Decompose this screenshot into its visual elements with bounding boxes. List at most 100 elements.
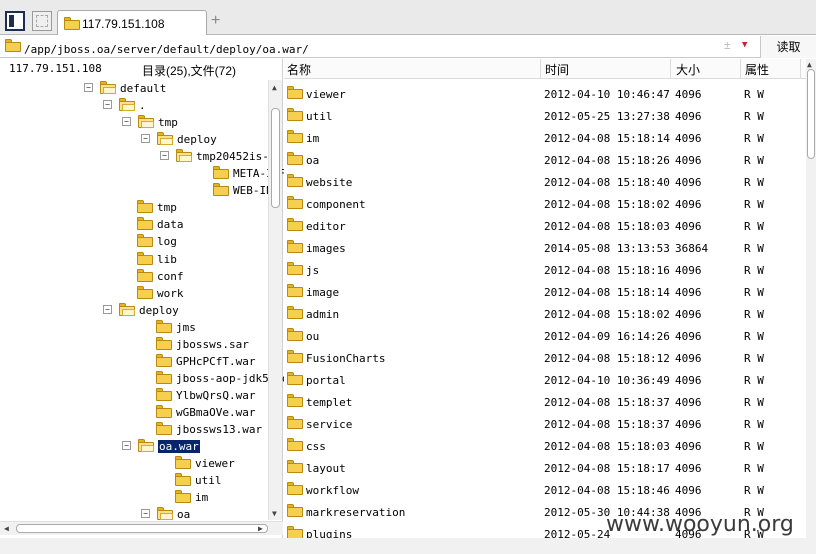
- file-attributes: R W: [744, 396, 764, 409]
- dropdown-arrow-icon[interactable]: ▼: [742, 40, 747, 50]
- file-name: FusionCharts: [306, 352, 386, 365]
- file-row[interactable]: image 2012-04-08 15:18:14 4096 R W: [284, 280, 806, 302]
- file-row[interactable]: oa 2012-04-08 15:18:26 4096 R W: [284, 148, 806, 170]
- tab-server[interactable]: 117.79.151.108: [57, 10, 207, 35]
- file-attributes: R W: [744, 418, 764, 431]
- tree-node-label: wGBmaOVe.war: [176, 405, 256, 419]
- folder-icon: [156, 404, 172, 418]
- file-name: css: [306, 440, 326, 453]
- file-row[interactable]: website 2012-04-08 15:18:40 4096 R W: [284, 170, 806, 192]
- collapse-toggle-icon[interactable]: −: [84, 83, 93, 92]
- folder-icon: [287, 196, 303, 209]
- tree-node-label: tmp: [158, 116, 178, 130]
- file-row[interactable]: editor 2012-04-08 15:18:03 4096 R W: [284, 214, 806, 236]
- file-time: 2012-04-08 15:18:14: [544, 286, 670, 299]
- file-name: im: [306, 132, 320, 145]
- add-tab-button[interactable]: +: [211, 12, 220, 30]
- file-attributes: R W: [744, 374, 764, 387]
- file-size: 4096: [675, 88, 702, 101]
- file-row[interactable]: component 2012-04-08 15:18:02 4096 R W: [284, 192, 806, 214]
- toggle-panel-button[interactable]: [5, 11, 25, 31]
- file-name: website: [306, 176, 353, 189]
- tree-node-label: conf: [157, 269, 184, 283]
- folder-open-icon: [119, 98, 135, 112]
- file-row[interactable]: service 2012-04-08 15:18:37 4096 R W: [284, 412, 806, 434]
- file-list-scrollbar[interactable]: ▲: [806, 59, 816, 540]
- file-size: 4096: [675, 176, 702, 189]
- scroll-up-icon[interactable]: ▲: [807, 60, 812, 69]
- file-attributes: R W: [744, 176, 764, 189]
- collapse-toggle-icon[interactable]: −: [141, 134, 150, 144]
- folder-icon: [137, 285, 153, 299]
- tree-node-label: lib: [157, 252, 177, 266]
- file-row[interactable]: viewer 2012-04-10 10:46:47 4096 R W: [284, 82, 806, 104]
- column-time-header[interactable]: 时间: [545, 61, 569, 77]
- file-size: 4096: [675, 264, 702, 277]
- folder-icon: [287, 372, 303, 385]
- tree-horizontal-scrollbar[interactable]: ◀ ▶: [0, 521, 283, 535]
- scroll-thumb[interactable]: [271, 108, 280, 208]
- folder-icon: [156, 387, 172, 401]
- scroll-up-icon[interactable]: ▲: [272, 83, 277, 92]
- file-row[interactable]: images 2014-05-08 13:13:53 36864 R W: [284, 236, 806, 258]
- column-name-header[interactable]: 名称: [287, 61, 311, 77]
- file-name: workflow: [306, 484, 359, 497]
- file-row[interactable]: ou 2012-04-09 16:14:26 4096 R W: [284, 324, 806, 346]
- column-size-header[interactable]: 大小: [676, 61, 700, 77]
- file-row[interactable]: js 2012-04-08 15:18:16 4096 R W: [284, 258, 806, 280]
- file-attributes: R W: [744, 220, 764, 233]
- collapse-toggle-icon[interactable]: −: [122, 117, 131, 127]
- file-name: markreservation: [306, 506, 406, 519]
- file-name: portal: [306, 374, 346, 387]
- file-row[interactable]: workflow 2012-04-08 15:18:46 4096 R W: [284, 478, 806, 500]
- file-attributes: R W: [744, 484, 764, 497]
- folder-icon: [287, 218, 303, 231]
- file-time: 2012-04-08 15:18:46: [544, 484, 670, 497]
- tree-vertical-scrollbar[interactable]: ▲ ▼: [268, 80, 282, 520]
- folder-icon: [156, 336, 172, 350]
- file-row[interactable]: portal 2012-04-10 10:36:49 4096 R W: [284, 368, 806, 390]
- folder-icon: [287, 482, 303, 495]
- file-row[interactable]: css 2012-04-08 15:18:03 4096 R W: [284, 434, 806, 456]
- file-time: 2012-04-08 15:18:02: [544, 308, 670, 321]
- collapse-toggle-icon[interactable]: −: [103, 304, 112, 314]
- folder-icon: [175, 473, 191, 487]
- file-list-header: 名称 时间 大小 属性: [284, 59, 806, 79]
- tree-node-label: deploy: [177, 133, 217, 147]
- scroll-thumb[interactable]: [16, 524, 268, 533]
- scroll-down-icon[interactable]: ▼: [272, 509, 277, 518]
- folder-icon: [213, 183, 229, 197]
- new-window-button[interactable]: [32, 11, 52, 31]
- file-row[interactable]: templet 2012-04-08 15:18:37 4096 R W: [284, 390, 806, 412]
- tree-node-label: util: [195, 474, 222, 488]
- column-attr-header[interactable]: 属性: [745, 61, 769, 77]
- file-time: 2012-04-08 15:18:14: [544, 132, 670, 145]
- file-row[interactable]: util 2012-05-25 13:27:38 4096 R W: [284, 104, 806, 126]
- path-input[interactable]: [24, 36, 754, 58]
- read-button[interactable]: 读取: [760, 36, 816, 58]
- sort-arrows-icon[interactable]: ±: [724, 38, 734, 52]
- folder-icon: [287, 416, 303, 429]
- file-time: 2012-04-08 15:18:02: [544, 198, 670, 211]
- scroll-left-icon[interactable]: ◀: [4, 524, 9, 533]
- collapse-toggle-icon[interactable]: −: [122, 441, 131, 451]
- folder-icon: [137, 217, 153, 231]
- folder-open-icon: [157, 132, 173, 146]
- collapse-toggle-icon[interactable]: −: [103, 100, 112, 110]
- file-row[interactable]: im 2012-04-08 15:18:14 4096 R W: [284, 126, 806, 148]
- file-name: templet: [306, 396, 353, 409]
- file-row[interactable]: admin 2012-04-08 15:18:02 4096 R W: [284, 302, 806, 324]
- tab-bar: 117.79.151.108 +: [0, 0, 816, 35]
- tree-node-label: jbossws13.war: [176, 423, 263, 436]
- directory-summary: 目录(25),文件(72): [142, 64, 237, 78]
- collapse-toggle-icon[interactable]: −: [141, 509, 150, 519]
- file-size: 4096: [675, 220, 702, 233]
- tree-node-label: oa.war: [158, 440, 200, 454]
- file-row[interactable]: FusionCharts 2012-04-08 15:18:12 4096 R W: [284, 346, 806, 368]
- tree-node-label: default: [120, 82, 167, 95]
- file-time: 2012-04-08 15:18:03: [544, 220, 670, 233]
- file-row[interactable]: layout 2012-04-08 15:18:17 4096 R W: [284, 456, 806, 478]
- collapse-toggle-icon[interactable]: −: [160, 151, 169, 161]
- scroll-thumb[interactable]: [807, 69, 815, 159]
- scroll-right-icon[interactable]: ▶: [258, 524, 263, 533]
